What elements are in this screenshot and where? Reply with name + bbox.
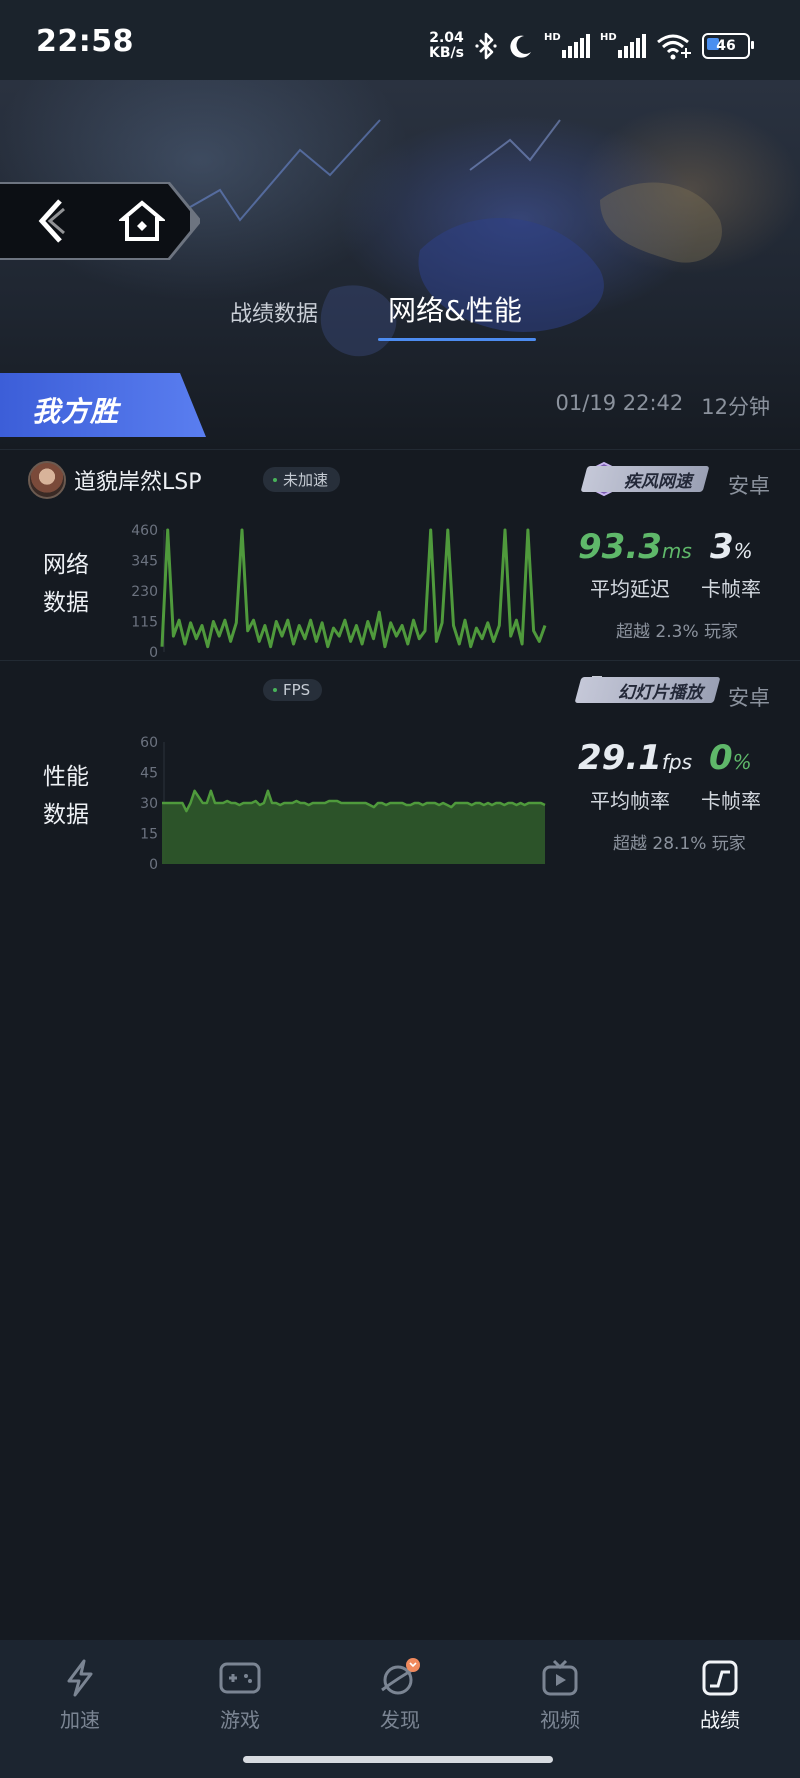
status-icons: 2.04 KB/s HD HD 46	[429, 28, 754, 64]
network-badge: 疾风网速	[580, 461, 710, 497]
perf-stutter-value: 0%	[709, 738, 752, 778]
home-icon	[119, 200, 165, 241]
chart-icon	[698, 1656, 742, 1700]
player-name: 道貌岸然LSP	[74, 470, 202, 495]
signal-icon: HD	[600, 32, 646, 58]
match-time: 01/19 22:42	[555, 391, 684, 415]
lightning-icon	[58, 1656, 102, 1700]
wifi-icon	[656, 32, 692, 60]
match-meta: 01/19 22:42 12分钟	[556, 391, 770, 421]
back-button[interactable]	[26, 196, 76, 246]
avg-latency-value: 93.3ms	[578, 527, 692, 567]
avatar	[28, 461, 66, 499]
latency-chart: 0 115 230 345 460	[131, 523, 547, 660]
speed-status-pill: 未加速	[263, 467, 341, 492]
signal-icon: HD	[544, 32, 590, 58]
planet-icon	[378, 1656, 422, 1700]
nav-tab-games[interactable]: 游戏	[190, 1656, 290, 1733]
result-text: 我方胜	[32, 395, 120, 428]
fps-tick-label: 0	[149, 857, 158, 872]
gamepad-icon	[218, 1656, 262, 1700]
fps-chart: 0 15 30 45 60	[140, 735, 546, 872]
moon-icon	[508, 33, 534, 59]
divider	[0, 449, 800, 450]
avg-fps-label: 平均帧率	[590, 789, 670, 813]
nav-tab-discover[interactable]: 发现	[350, 1656, 450, 1733]
network-beat-text: 超越 2.3% 玩家	[616, 622, 738, 642]
latency-tick-label: 460	[131, 523, 158, 539]
tv-icon	[538, 1656, 582, 1700]
fps-tick-label: 15	[140, 827, 158, 843]
nav-tab-video[interactable]: 视频	[510, 1656, 610, 1733]
fps-tick-label: 45	[140, 766, 158, 782]
performance-beat-text: 超越 28.1% 玩家	[613, 834, 746, 854]
home-button[interactable]	[114, 196, 170, 246]
avg-latency-label: 平均延迟	[590, 577, 670, 601]
performance-section-label: 性能 数据	[43, 764, 89, 828]
match-duration: 12分钟	[701, 395, 770, 419]
network-stutter-value: 3%	[710, 527, 753, 567]
bluetooth-icon	[474, 32, 498, 60]
latency-tick-label: 345	[131, 554, 158, 570]
perf-stutter-label: 卡帧率	[701, 789, 761, 813]
status-time: 22:58	[36, 24, 134, 59]
latency-series-line	[160, 528, 547, 649]
battery-icon: 46	[702, 33, 754, 59]
net-speed: 2.04 KB/s	[429, 30, 464, 61]
home-indicator[interactable]	[243, 1756, 553, 1763]
latency-tick-label: 0	[149, 645, 158, 660]
platform-label: 安卓	[728, 686, 770, 710]
nav-tab-accelerate[interactable]: 加速	[30, 1656, 130, 1733]
latency-tick-label: 230	[131, 584, 158, 600]
network-stutter-label: 卡帧率	[701, 577, 761, 601]
nav-tab-records[interactable]: 战绩	[670, 1656, 770, 1733]
avg-fps-value: 29.1fps	[578, 738, 693, 778]
divider	[0, 660, 800, 661]
fps-tick-label: 60	[140, 735, 158, 751]
fps-tick-label: 30	[140, 796, 158, 812]
network-section-label: 网络 数据	[43, 552, 89, 616]
platform-label: 安卓	[728, 474, 770, 498]
performance-badge: 幻灯片播放	[574, 672, 721, 708]
fps-pill: FPS	[263, 679, 323, 701]
tab-active-indicator	[378, 338, 536, 341]
tab-network-performance[interactable]: 网络&性能	[388, 289, 522, 329]
back-icon	[38, 199, 65, 243]
latency-tick-label: 115	[131, 615, 158, 631]
tab-match-stats[interactable]: 战绩数据	[230, 296, 318, 328]
